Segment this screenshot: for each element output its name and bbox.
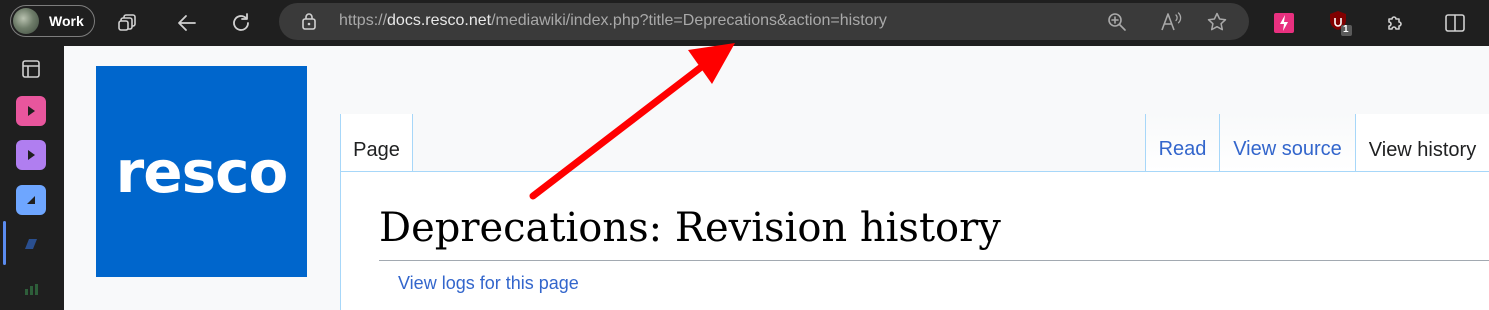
browser-sidebar	[0, 46, 64, 310]
extension-badge: 1	[1343, 24, 1349, 35]
view-logs-link[interactable]: View logs for this page	[398, 273, 579, 294]
active-tab-indicator	[3, 221, 6, 265]
tab-view-history-label: View history	[1368, 139, 1477, 161]
ublock-shield-icon[interactable]: 1	[1325, 8, 1355, 38]
extension-pink-icon[interactable]	[1269, 8, 1299, 38]
url-text[interactable]: https://docs.resco.net/mediawiki/index.p…	[339, 12, 887, 30]
tab-view-history[interactable]: View history	[1355, 114, 1489, 172]
zoom-icon[interactable]	[1106, 11, 1128, 38]
tab-view-source-label: View source	[1233, 138, 1342, 160]
url-path: /mediawiki/index.php?title=Deprecations&…	[491, 12, 887, 29]
back-arrow-icon[interactable]	[172, 8, 202, 38]
main-content: Deprecations: Revision history View logs…	[340, 171, 1489, 310]
tab-actions-icon[interactable]	[16, 54, 46, 84]
browser-toolbar: Work https://docs.resco.net/mediawiki/in…	[0, 0, 1489, 46]
split-screen-icon[interactable]	[1440, 8, 1470, 38]
dynamics-tab-icon[interactable]	[16, 229, 46, 259]
tab-view-source[interactable]: View source	[1219, 114, 1355, 172]
web-page: resco Page Read View source View history…	[64, 46, 1489, 310]
tab-page-label: Page	[353, 139, 400, 161]
tab-read-label: Read	[1158, 138, 1207, 160]
blue-triangle-tab-icon[interactable]	[16, 185, 46, 215]
page-title: Deprecations: Revision history	[379, 205, 1001, 251]
avatar	[13, 8, 39, 34]
address-bar[interactable]: https://docs.resco.net/mediawiki/index.p…	[279, 3, 1249, 40]
tab-read[interactable]: Read	[1145, 114, 1219, 172]
workspaces-icon[interactable]	[113, 8, 143, 38]
profile-button[interactable]: Work	[10, 5, 95, 37]
chart-tab-icon[interactable]	[16, 274, 46, 304]
extensions-puzzle-icon[interactable]	[1380, 8, 1410, 38]
pink-play-tab-icon[interactable]	[16, 96, 46, 126]
resco-logo[interactable]: resco	[96, 66, 307, 277]
read-aloud-icon[interactable]	[1159, 11, 1183, 38]
tab-page[interactable]: Page	[340, 114, 413, 172]
heading-divider	[379, 260, 1489, 261]
refresh-icon[interactable]	[226, 8, 256, 38]
profile-label: Work	[49, 13, 84, 29]
lock-icon[interactable]	[299, 11, 319, 36]
url-protocol: https://	[339, 12, 388, 29]
favorite-star-icon[interactable]	[1206, 11, 1228, 38]
purple-play-tab-icon[interactable]	[16, 140, 46, 170]
url-host: docs.resco.net	[387, 12, 492, 29]
logo-text: resco	[115, 137, 289, 206]
